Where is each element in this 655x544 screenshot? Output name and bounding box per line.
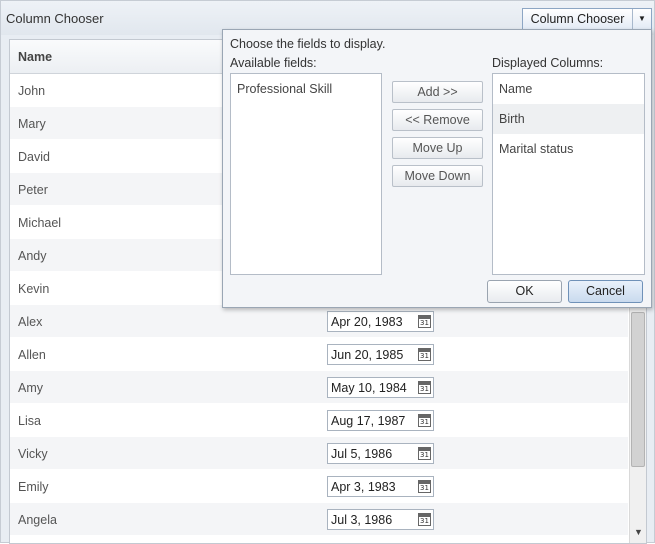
birth-date-value: Jun 20, 1985 xyxy=(331,348,404,362)
name-cell: Emily xyxy=(18,480,49,494)
birth-date-input[interactable]: Jun 20, 1985 xyxy=(327,344,434,365)
name-cell: Lisa xyxy=(18,414,41,428)
dialog-instruction: Choose the fields to display. xyxy=(230,37,386,51)
birth-date-input[interactable]: May 10, 1984 xyxy=(327,377,434,398)
birth-date-input[interactable]: Jul 5, 1986 xyxy=(327,443,434,464)
calendar-icon[interactable] xyxy=(418,480,431,493)
move-up-button[interactable]: Move Up xyxy=(392,137,483,159)
ok-button[interactable]: OK xyxy=(487,280,562,303)
name-cell: David xyxy=(18,150,50,164)
birth-date-input[interactable]: Aug 17, 1987 xyxy=(327,410,434,431)
list-item[interactable]: Marital status xyxy=(493,134,644,164)
name-cell: Peter xyxy=(18,183,48,197)
remove-button[interactable]: << Remove xyxy=(392,109,483,131)
column-chooser-dialog: Choose the fields to display. Available … xyxy=(222,29,652,308)
chevron-down-icon[interactable]: ▼ xyxy=(633,9,651,29)
birth-date-value: Jul 3, 1986 xyxy=(331,513,393,527)
name-cell: Amy xyxy=(18,381,43,395)
scrollbar-thumb[interactable] xyxy=(631,312,645,467)
name-cell: Vicky xyxy=(18,447,48,461)
scroll-down-icon[interactable]: ▼ xyxy=(634,527,643,537)
table-row[interactable]: Allen Jun 20, 1985 xyxy=(10,338,628,371)
move-down-button[interactable]: Move Down xyxy=(392,165,483,187)
list-item[interactable]: Professional Skill xyxy=(231,74,381,104)
panel-title: Column Chooser xyxy=(6,11,104,26)
column-header-name[interactable]: Name xyxy=(18,50,52,64)
name-cell: John xyxy=(18,84,46,98)
column-chooser-button[interactable]: Column Chooser ▼ xyxy=(522,8,652,30)
birth-date-input[interactable]: Jul 3, 1986 xyxy=(327,509,434,530)
birth-date-value: Apr 3, 1983 xyxy=(331,480,396,494)
birth-date-input[interactable]: Apr 3, 1983 xyxy=(327,476,434,497)
calendar-icon[interactable] xyxy=(418,348,431,361)
table-row[interactable]: Emily Apr 3, 1983 xyxy=(10,470,628,503)
table-row[interactable]: Amy May 10, 1984 xyxy=(10,371,628,404)
birth-date-value: Apr 20, 1983 xyxy=(331,315,403,329)
name-cell: Alex xyxy=(18,315,43,329)
cancel-button[interactable]: Cancel xyxy=(568,280,643,303)
available-fields-label: Available fields: xyxy=(230,56,317,70)
name-cell: Allen xyxy=(18,348,46,362)
calendar-icon[interactable] xyxy=(418,381,431,394)
list-item[interactable]: Birth xyxy=(493,104,644,134)
name-cell: Mary xyxy=(18,117,46,131)
table-row[interactable]: Angela Jul 3, 1986 xyxy=(10,503,628,536)
name-cell: Angela xyxy=(18,513,57,527)
table-row[interactable]: Vicky Jul 5, 1986 xyxy=(10,437,628,470)
add-button[interactable]: Add >> xyxy=(392,81,483,103)
available-fields-list[interactable]: Professional Skill xyxy=(230,73,382,275)
birth-date-input[interactable]: Apr 20, 1983 xyxy=(327,311,434,332)
calendar-icon[interactable] xyxy=(418,414,431,427)
displayed-columns-list[interactable]: Name Birth Marital status xyxy=(492,73,645,275)
calendar-icon[interactable] xyxy=(418,447,431,460)
name-cell: Andy xyxy=(18,249,47,263)
list-item[interactable]: Name xyxy=(493,74,644,104)
calendar-icon[interactable] xyxy=(418,513,431,526)
name-cell: Kevin xyxy=(18,282,50,296)
column-chooser-button-label: Column Chooser xyxy=(523,9,633,29)
birth-date-value: May 10, 1984 xyxy=(331,381,407,395)
table-row[interactable]: Alex Apr 20, 1983 xyxy=(10,305,628,338)
birth-date-value: Aug 17, 1987 xyxy=(331,414,406,428)
column-chooser-panel: Column Chooser Column Chooser ▼ Name Joh… xyxy=(0,0,655,544)
name-cell: Michael xyxy=(18,216,62,230)
displayed-columns-label: Displayed Columns: xyxy=(492,56,604,70)
birth-date-value: Jul 5, 1986 xyxy=(331,447,393,461)
calendar-icon[interactable] xyxy=(418,315,431,328)
table-row[interactable]: Lisa Aug 17, 1987 xyxy=(10,404,628,437)
